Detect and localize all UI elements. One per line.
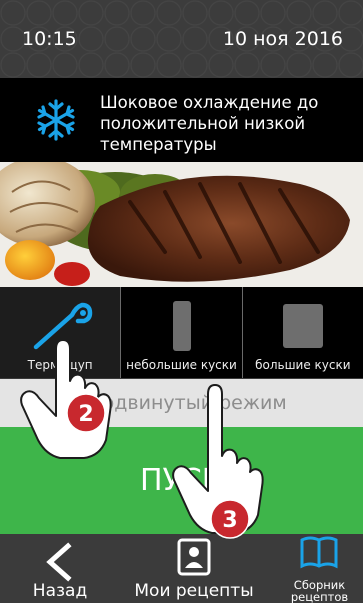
snowflake-icon [37,99,75,141]
status-bar: 10:15 10 ноя 2016 [0,0,363,78]
start-button[interactable]: ПУСК [0,427,363,534]
book-icon [300,536,338,569]
tile-large-pieces[interactable]: большие куски [242,287,363,378]
recipe-card-icon [177,538,211,576]
program-title: Шоковое охлаждение до положительной низк… [100,93,319,154]
chevron-left-icon [46,542,72,582]
recipe-collection-button[interactable]: Сборник рецептов [276,534,363,603]
steak-photo [0,162,363,287]
temperature-probe-icon [33,302,93,350]
date: 10 ноя 2016 [222,28,343,50]
clock: 10:15 [22,28,77,50]
large-pieces-icon [282,304,323,348]
my-recipes-label: Мои рецепты [134,581,254,601]
advanced-mode-button[interactable]: Продвинутый режим [0,379,363,427]
tile-temperature-probe[interactable]: Термощуп [0,287,122,378]
program-header: Шоковое охлаждение до положительной низк… [0,78,363,162]
tile-small-pieces[interactable]: небольшие куски [121,287,243,378]
probe-mode-tiles: Термощуп небольшие куски большие куски [0,287,363,378]
back-label: Назад [32,581,88,601]
my-recipes-button[interactable]: Мои рецепты [120,534,268,603]
tile-label: небольшие куски [126,358,237,372]
start-label: ПУСК [139,463,224,498]
tile-label: Термощуп [27,358,93,372]
advanced-mode-label: Продвинутый режим [76,392,287,414]
tile-label: большие куски [255,358,351,372]
small-pieces-icon [173,301,192,351]
bottom-nav: Назад Мои рецепты Сборник рецептов [0,534,363,603]
back-button[interactable]: Назад [0,534,120,603]
recipe-collection-label: Сборник рецептов [290,578,349,603]
